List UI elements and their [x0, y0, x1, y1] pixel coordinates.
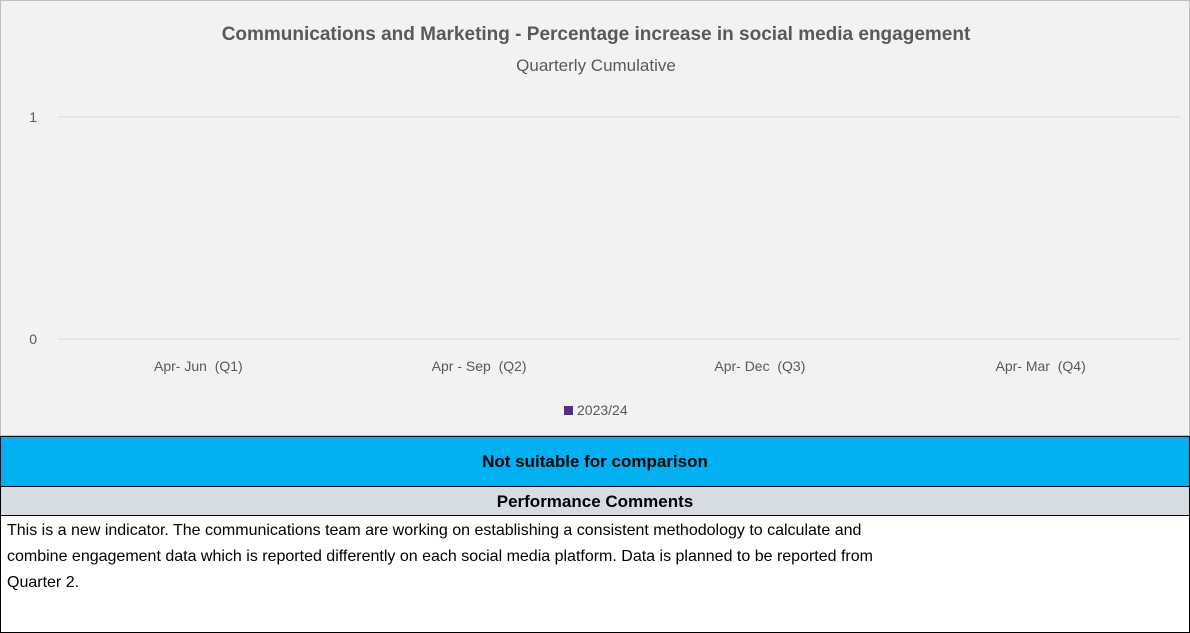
y-tick-label: 0	[29, 331, 37, 347]
comment-line: This is a new indicator. The communicati…	[7, 522, 862, 539]
x-axis-ticks: Apr- Jun (Q1) Apr - Sep (Q2) Apr- Dec (Q3)…	[154, 358, 1086, 374]
x-tick-label: Apr - Sep (Q2)	[432, 358, 527, 374]
x-tick-label: Apr- Mar (Q4)	[996, 358, 1086, 374]
chart-title: Communications and Marketing - Percentag…	[222, 24, 971, 45]
comparison-status-band: Not suitable for comparison	[0, 436, 1190, 486]
x-tick-label: Apr- Dec (Q3)	[714, 358, 805, 374]
comment-line: combine engagement data which is reporte…	[7, 548, 873, 565]
gridlines	[58, 116, 1181, 340]
chart-svg: Communications and Marketing - Percentag…	[29, 24, 1181, 418]
y-axis-ticks: 01	[29, 109, 37, 347]
legend: 2023/24	[564, 402, 628, 418]
chart-area: Communications and Marketing - Percentag…	[0, 0, 1190, 436]
performance-comments-header: Performance Comments	[0, 486, 1190, 515]
legend-swatch	[564, 406, 573, 415]
report-panel: Communications and Marketing - Percentag…	[0, 0, 1190, 633]
performance-comments-body: This is a new indicator. The communicati…	[0, 515, 1190, 633]
comment-line: Quarter 2.	[7, 574, 80, 591]
legend-label: 2023/24	[577, 402, 628, 418]
x-tick-label: Apr- Jun (Q1)	[154, 358, 243, 374]
y-tick-label: 1	[29, 109, 37, 125]
chart-subtitle: Quarterly Cumulative	[516, 56, 676, 75]
